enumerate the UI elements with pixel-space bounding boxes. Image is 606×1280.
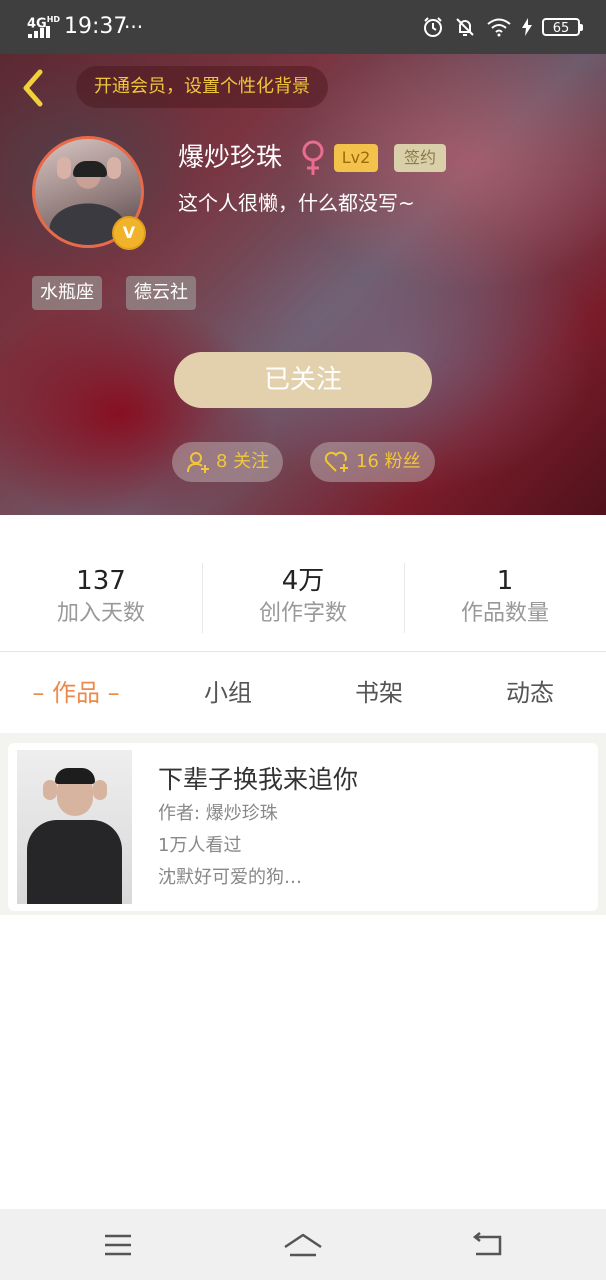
tab-works[interactable]: – 作品 – xyxy=(0,652,152,734)
female-icon xyxy=(302,140,324,175)
username: 爆炒珍珠 xyxy=(178,143,283,173)
book-cover[interactable] xyxy=(17,750,132,904)
profile-header: 开通会员，设置个性化背景 V 爆炒珍珠 Lv2 签约 这个人很懒，什么都没写~ … xyxy=(0,54,606,515)
back-icon xyxy=(472,1232,502,1256)
signed-badge: 签约 xyxy=(394,144,446,172)
tag-deyunshe[interactable]: 德云社 xyxy=(126,276,196,310)
battery-icon: 65 xyxy=(542,18,583,36)
section-gap xyxy=(0,733,606,743)
charging-icon xyxy=(522,18,532,36)
more-indicator: ··· xyxy=(124,15,144,39)
verified-badge: V xyxy=(114,218,144,248)
heart-add-icon xyxy=(324,451,348,472)
tab-decor-right: – xyxy=(107,679,120,707)
follow-button[interactable]: 已关注 xyxy=(174,352,432,408)
nav-back-button[interactable] xyxy=(466,1225,510,1265)
tab-bookshelf[interactable]: 书架 xyxy=(303,652,455,734)
nav-menu-button[interactable] xyxy=(96,1225,140,1265)
following-button[interactable]: 8 关注 xyxy=(172,442,284,482)
person-add-icon xyxy=(187,452,209,473)
home-icon xyxy=(284,1233,322,1257)
stat-word-count: 4万 创作字数 xyxy=(202,565,404,629)
stats-panel: 137 加入天数 4万 创作字数 1 作品数量 xyxy=(0,515,606,650)
work-author: 作者: 爆炒珍珠 xyxy=(158,803,278,824)
fans-button[interactable]: 16 粉丝 xyxy=(310,442,435,482)
tab-activity[interactable]: 动态 xyxy=(454,652,606,734)
alarm-icon xyxy=(424,17,442,37)
stat-value: 4万 xyxy=(281,566,325,596)
menu-icon xyxy=(105,1234,131,1256)
signal-icon xyxy=(28,26,52,38)
work-title: 下辈子换我来追你 xyxy=(158,765,359,794)
fans-count: 16 粉丝 xyxy=(356,451,421,472)
tab-bar: – 作品 – 小组 书架 动态 xyxy=(0,651,606,734)
wifi-icon xyxy=(487,18,511,37)
stat-works-count: 1 作品数量 xyxy=(404,565,606,629)
works-list: 下辈子换我来追你 作者: 爆炒珍珠 1万人看过 沈默好可爱的狗… xyxy=(0,743,606,915)
stat-value: 1 xyxy=(496,566,514,596)
system-nav-bar xyxy=(0,1209,606,1280)
stat-value: 137 xyxy=(76,566,126,596)
tab-label: 作品 xyxy=(52,679,100,707)
tab-decor-left: – xyxy=(32,679,45,707)
chevron-left-icon xyxy=(23,69,43,107)
stat-label: 加入天数 xyxy=(56,601,145,626)
work-views: 1万人看过 xyxy=(158,835,242,856)
nav-home-button[interactable] xyxy=(281,1225,325,1265)
work-card[interactable]: 下辈子换我来追你 作者: 爆炒珍珠 1万人看过 沈默好可爱的狗… xyxy=(8,743,598,911)
bio: 这个人很懒，什么都没写~ xyxy=(178,191,415,215)
back-button[interactable] xyxy=(16,66,50,110)
status-bar: 4GHD 19:37 ··· 65 xyxy=(0,0,606,54)
stat-label: 作品数量 xyxy=(460,601,549,626)
level-badge: Lv2 xyxy=(334,144,378,172)
work-summary: 沈默好可爱的狗… xyxy=(158,867,302,888)
member-banner[interactable]: 开通会员，设置个性化背景 xyxy=(76,66,328,108)
tab-groups[interactable]: 小组 xyxy=(152,652,304,734)
stat-join-days: 137 加入天数 xyxy=(0,565,202,629)
following-count: 8 关注 xyxy=(216,451,270,472)
tag-aquarius[interactable]: 水瓶座 xyxy=(32,276,102,310)
mute-bell-icon xyxy=(456,18,474,36)
clock: 19:37 xyxy=(64,14,128,39)
stat-label: 创作字数 xyxy=(258,601,347,626)
